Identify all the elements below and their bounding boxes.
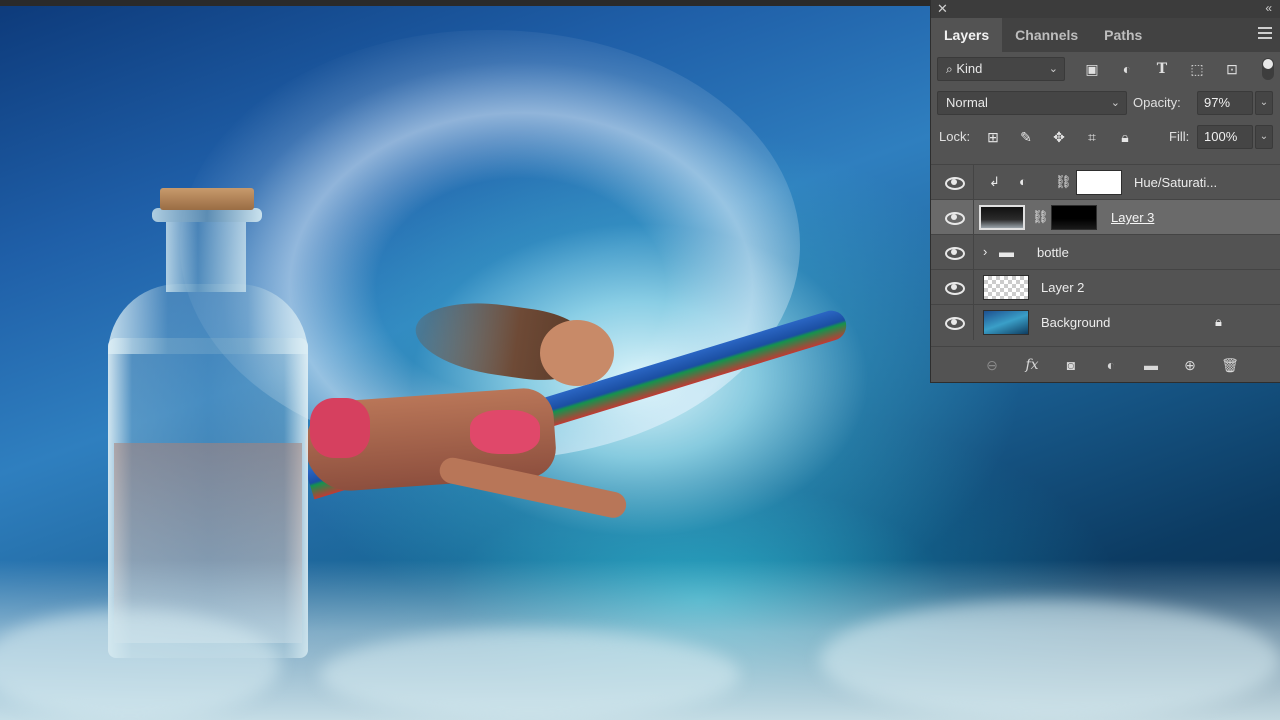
visibility-eye-icon[interactable] xyxy=(945,281,965,295)
mask-link-icon[interactable]: ⛓︎ xyxy=(1032,209,1049,225)
surfer-bikini-top xyxy=(470,410,540,454)
smart-object-filter-icon[interactable]: ⊡ xyxy=(1223,61,1241,77)
layer-name[interactable]: Layer 2 xyxy=(1041,280,1084,295)
collapse-icon[interactable]: « xyxy=(1265,1,1272,15)
chevron-right-icon[interactable]: › xyxy=(983,244,987,259)
visibility-eye-icon[interactable] xyxy=(945,176,965,190)
layer-row-background[interactable]: Background 🔒︎ xyxy=(931,304,1280,340)
layer-mask-thumbnail[interactable] xyxy=(1076,170,1122,195)
filter-toggle[interactable] xyxy=(1262,58,1274,80)
surfer-head xyxy=(540,320,614,386)
fx-icon[interactable]: fx xyxy=(1021,356,1043,374)
lock-position-icon[interactable]: ✥ xyxy=(1049,129,1069,145)
mask-link-icon[interactable]: ⛓︎ xyxy=(1055,174,1072,190)
lock-all-icon[interactable]: 🔒︎ xyxy=(1115,129,1135,145)
lock-icon: 🔒︎ xyxy=(1215,314,1222,329)
adjustment-layer-icon: ◐ xyxy=(1019,174,1027,189)
folder-icon: ▬ xyxy=(999,244,1014,261)
fill-input[interactable]: 100% xyxy=(1197,125,1253,149)
layer-row-layer-2[interactable]: Layer 2 xyxy=(931,269,1280,305)
row-divider xyxy=(973,235,974,270)
layer-row-layer-3[interactable]: ⛓︎ Layer 3 xyxy=(931,199,1280,235)
fill-chevron-icon[interactable]: ⌄ xyxy=(1255,125,1273,149)
new-layer-icon[interactable]: ⊕ xyxy=(1179,356,1201,374)
bottle-cork xyxy=(160,188,254,210)
blend-mode-value: Normal xyxy=(946,95,988,110)
blend-mode-select[interactable]: Normal ⌄ xyxy=(937,91,1127,115)
filter-kind-select[interactable]: ⌕ Kind ⌄ xyxy=(937,57,1065,81)
layer-name[interactable]: Layer 3 xyxy=(1111,210,1154,225)
layer-name[interactable]: bottle xyxy=(1037,245,1069,260)
link-layers-icon[interactable]: ⊖ xyxy=(981,356,1003,374)
layer-mask-thumbnail[interactable] xyxy=(1051,205,1097,230)
tab-layers[interactable]: Layers xyxy=(931,18,1003,52)
shape-filter-icon[interactable]: ⬚ xyxy=(1188,61,1206,77)
image-filter-icon[interactable]: ▣ xyxy=(1083,61,1101,77)
panel-menu-icon[interactable] xyxy=(1258,27,1272,42)
panel-title-bar: ✕ « xyxy=(931,0,1280,18)
filter-kind-label: Kind xyxy=(956,61,983,76)
bottle-shoulder xyxy=(108,284,308,354)
row-divider xyxy=(973,165,974,200)
new-adjustment-icon[interactable]: ◐ xyxy=(1100,356,1122,374)
layer-row-bottle-group[interactable]: › ▬ bottle xyxy=(931,234,1280,270)
new-group-icon[interactable]: ▬ xyxy=(1140,356,1162,374)
search-icon: ⌕ xyxy=(946,62,953,76)
layer-thumbnail[interactable] xyxy=(983,275,1029,300)
chevron-down-icon: ⌄ xyxy=(1048,63,1058,75)
chevron-down-icon: ⌄ xyxy=(1110,97,1120,109)
clipping-mask-icon: ↲ xyxy=(989,174,1000,189)
lock-label: Lock: xyxy=(939,129,971,144)
filter-row: ⌕ Kind ⌄ ▣ ◐ T ⬚ ⊡ xyxy=(931,52,1280,86)
bottle-neck xyxy=(166,222,246,292)
lock-image-icon[interactable]: ✎ xyxy=(1016,129,1036,145)
foam-cloud xyxy=(820,600,1280,720)
close-icon[interactable]: ✕ xyxy=(937,1,948,17)
panel-tabs: Layers Channels Paths xyxy=(931,18,1280,52)
opacity-input[interactable]: 97% xyxy=(1197,91,1253,115)
layers-panel-footer: ⊖ fx ◙ ◐ ▬ ⊕ 🗑︎ xyxy=(931,346,1280,382)
row-divider xyxy=(973,200,974,235)
foam-cloud xyxy=(320,630,740,720)
lock-transparent-icon[interactable]: ⊞ xyxy=(983,129,1003,145)
lock-artboard-icon[interactable]: ⌗ xyxy=(1082,129,1102,145)
blend-row: Normal ⌄ Opacity: 97% ⌄ xyxy=(931,86,1280,120)
opacity-label: Opacity: xyxy=(1133,95,1181,110)
type-filter-icon[interactable]: T xyxy=(1153,61,1171,77)
layer-name[interactable]: Background xyxy=(1041,315,1110,330)
visibility-eye-icon[interactable] xyxy=(945,211,965,225)
delete-layer-icon[interactable]: 🗑︎ xyxy=(1219,356,1241,374)
layers-list: ↲ ◐ ⛓︎ Hue/Saturati... ⛓︎ Layer 3 › ▬ bo… xyxy=(931,164,1280,340)
add-mask-icon[interactable]: ◙ xyxy=(1060,356,1082,374)
tab-paths[interactable]: Paths xyxy=(1091,18,1155,52)
fill-label: Fill: xyxy=(1169,129,1190,144)
layer-row-hue-saturation[interactable]: ↲ ◐ ⛓︎ Hue/Saturati... xyxy=(931,164,1280,200)
adjustment-filter-icon[interactable]: ◐ xyxy=(1118,61,1136,77)
tab-channels[interactable]: Channels xyxy=(1002,18,1091,52)
visibility-eye-icon[interactable] xyxy=(945,246,965,260)
surfer-bikini-bottom xyxy=(310,398,370,458)
lock-row: Lock: ⊞ ✎ ✥ ⌗ 🔒︎ Fill: 100% ⌄ xyxy=(931,120,1280,154)
layers-panel: ✕ « Layers Channels Paths ⌕ Kind ⌄ ▣ ◐ T… xyxy=(930,0,1280,383)
row-divider xyxy=(973,305,974,340)
layer-name[interactable]: Hue/Saturati... xyxy=(1134,175,1217,190)
bottle-lip xyxy=(152,208,262,222)
layer-thumbnail[interactable] xyxy=(983,310,1029,335)
opacity-chevron-icon[interactable]: ⌄ xyxy=(1255,91,1273,115)
visibility-eye-icon[interactable] xyxy=(945,316,965,330)
row-divider xyxy=(973,270,974,305)
layer-thumbnail[interactable] xyxy=(979,205,1025,230)
